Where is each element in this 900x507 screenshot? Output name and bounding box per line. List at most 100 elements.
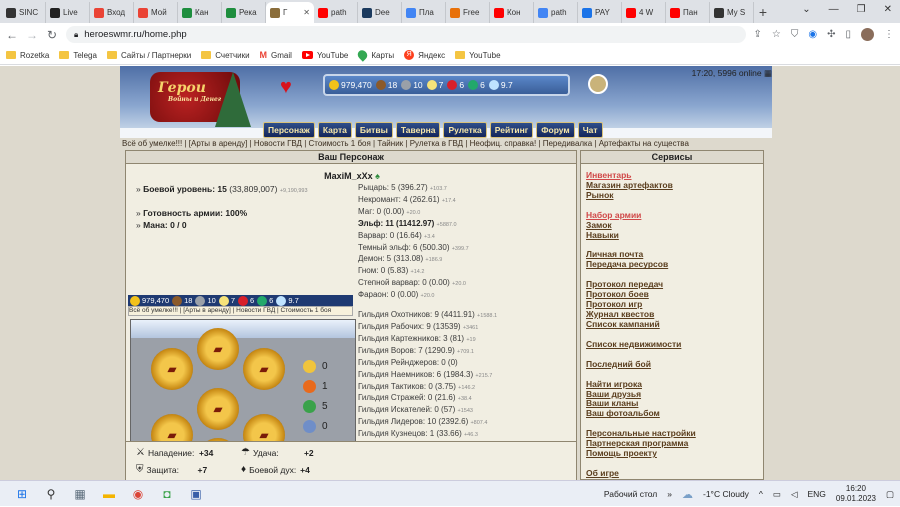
service-link[interactable]: Об игре (586, 468, 696, 479)
menu-item-1[interactable]: Карта (317, 122, 352, 138)
browser-tab[interactable]: Кон (490, 2, 534, 23)
back-icon[interactable]: ← (6, 28, 18, 42)
weather-text[interactable]: -1°C Cloudy (703, 489, 749, 499)
service-link[interactable]: Ваш фотоальбом (586, 408, 696, 419)
tab-label: Мой (151, 8, 167, 17)
chest-counter: 1 (303, 380, 328, 393)
windows-start-icon[interactable]: ⊞ (14, 486, 30, 502)
browser-tab[interactable]: Река (222, 2, 266, 23)
bookmark-item[interactable]: YouTube (301, 51, 348, 60)
browser-tab[interactable]: path (534, 2, 578, 23)
browser-tab[interactable]: My S (710, 2, 754, 23)
bookmark-item[interactable]: Я Яндекс (404, 50, 445, 60)
resource-value: 6 (480, 80, 485, 90)
forward-icon[interactable]: → (26, 28, 38, 42)
reload-icon[interactable]: ↻ (46, 28, 58, 42)
search-icon[interactable]: ⚲ (43, 486, 59, 502)
profile-avatar[interactable] (861, 28, 874, 41)
tab-label: path (551, 8, 567, 17)
chevron-right-icon[interactable]: » (667, 489, 672, 499)
menu-item-0[interactable]: Персонаж (263, 122, 315, 138)
service-link[interactable]: Найти игрока (586, 379, 696, 390)
menu-item-6[interactable]: Форум (536, 122, 575, 138)
combat-stat: ♦ Боевой дух: +4 (241, 464, 310, 475)
app-window-icon[interactable]: ▣ (188, 486, 204, 502)
service-link[interactable]: Список недвижимости (586, 339, 696, 350)
menu-item-4[interactable]: Рулетка (443, 122, 487, 138)
folder-icon (201, 51, 212, 59)
bookmark-star-icon[interactable]: ☆ (772, 29, 781, 40)
browser-tab[interactable]: 4 W (622, 2, 666, 23)
browser-tab[interactable]: Free (446, 2, 490, 23)
chest-slot[interactable]: ▰ (151, 348, 193, 390)
browser-tab[interactable]: PAY (578, 2, 622, 23)
service-link[interactable]: Помощь проекту (586, 448, 696, 459)
browser-tab[interactable]: Пла (402, 2, 446, 23)
news-links-row[interactable]: Всё об умелке!!! | [Арты в аренду] | Нов… (122, 139, 772, 150)
clock[interactable]: 16:20 09.01.2023 (836, 484, 876, 504)
menu-item-3[interactable]: Таверна (395, 122, 441, 138)
chat-icon[interactable]: ▦ (764, 68, 772, 78)
faction-text: Некромант: 4 (262.61) (358, 194, 440, 204)
treasure-chest-icon: ▰ (213, 402, 223, 416)
sidebar-icon[interactable]: ▯ (845, 29, 851, 40)
menu-item-2[interactable]: Битвы (354, 122, 393, 138)
service-link[interactable]: Последний бой (586, 359, 696, 370)
bookmark-item[interactable]: Telega (59, 51, 97, 60)
bookmark-item[interactable]: Счетчики (201, 51, 250, 60)
guild-row: Гильдия Воров: 7 (1290.9) +709.1 (358, 346, 576, 358)
url-field[interactable]: 🔒︎ heroeswmr.ru/home.php (66, 26, 746, 43)
chest-slot[interactable]: ▰ (243, 348, 285, 390)
volume-icon[interactable]: ◁ (791, 489, 798, 500)
bookmark-item[interactable]: YouTube (455, 51, 501, 60)
browser-tab[interactable]: Кан (178, 2, 222, 23)
elf-faction-icon: ♠ (375, 171, 380, 181)
minimize-icon[interactable]: — (829, 4, 839, 15)
menu-item-5[interactable]: Рейтинг (489, 122, 534, 138)
file-explorer-icon[interactable]: ▬ (101, 486, 117, 502)
calculator-icon[interactable]: ▦ (72, 486, 88, 502)
hero-name[interactable]: MaxiM_xXx ♠ (126, 171, 578, 181)
lock-icon[interactable]: 🔒︎ (74, 30, 78, 40)
chevron-up-icon[interactable]: ^ (759, 489, 763, 499)
online-status: 17:20, 5996 online ▦ (692, 68, 772, 79)
network-icon[interactable]: ▭ (773, 489, 781, 500)
extension-icon[interactable]: ◉ (808, 29, 817, 40)
browser-tab[interactable]: path (314, 2, 358, 23)
language-indicator[interactable]: ENG (808, 489, 826, 499)
notifications-icon[interactable]: ▢ (886, 489, 894, 500)
menu-item-7[interactable]: Чат (577, 122, 603, 138)
chest-slot[interactable]: ▰ (197, 388, 239, 430)
camtasia-icon[interactable]: ◘ (159, 486, 175, 502)
bookmark-item[interactable]: M Gmail (260, 50, 292, 60)
browser-tab[interactable]: Вход (90, 2, 134, 23)
chest-slot[interactable]: ▰ (197, 328, 239, 370)
new-tab-button[interactable]: + (754, 4, 772, 20)
bookmark-item[interactable]: Карты (356, 48, 394, 62)
menu-dots-icon[interactable]: ⋮ (884, 29, 894, 40)
service-link[interactable]: Список кампаний (586, 319, 696, 330)
chrome-icon[interactable]: ◉ (130, 486, 146, 502)
online-text: 17:20, 5996 online (691, 68, 762, 78)
maximize-icon[interactable]: ❐ (857, 4, 866, 15)
puzzle-icon[interactable]: ✣ (827, 29, 835, 40)
tab-close-icon[interactable]: ✕ (303, 8, 310, 17)
bookmark-item[interactable]: Сайты / Партнерки (106, 51, 191, 60)
tab-search-icon[interactable]: ⌄ (802, 4, 810, 15)
news-links-row-duplicate[interactable]: Всё об умелке!!! | [Арты в аренду] | Нов… (128, 306, 353, 316)
share-icon[interactable]: ⇪ (754, 29, 762, 40)
browser-tab[interactable]: Мой (134, 2, 178, 23)
extension-shield-icon[interactable]: ⛉ (791, 29, 799, 40)
resource-6: 9.7 (488, 80, 513, 90)
browser-tab[interactable]: Live (46, 2, 90, 23)
service-link[interactable]: Рынок (586, 190, 696, 201)
browser-tab[interactable]: Dee (358, 2, 402, 23)
browser-tab[interactable]: Пан (666, 2, 710, 23)
browser-tab[interactable]: SINC (2, 2, 46, 23)
service-link[interactable]: Навыки (586, 230, 696, 241)
bookmark-item[interactable]: Rozetka (6, 51, 49, 60)
close-window-icon[interactable]: ✕ (884, 4, 892, 15)
service-link[interactable]: Передача ресурсов (586, 259, 696, 270)
browser-tab[interactable]: Г ✕ (266, 2, 314, 23)
desktop-label[interactable]: Рабочий стол (604, 489, 657, 499)
